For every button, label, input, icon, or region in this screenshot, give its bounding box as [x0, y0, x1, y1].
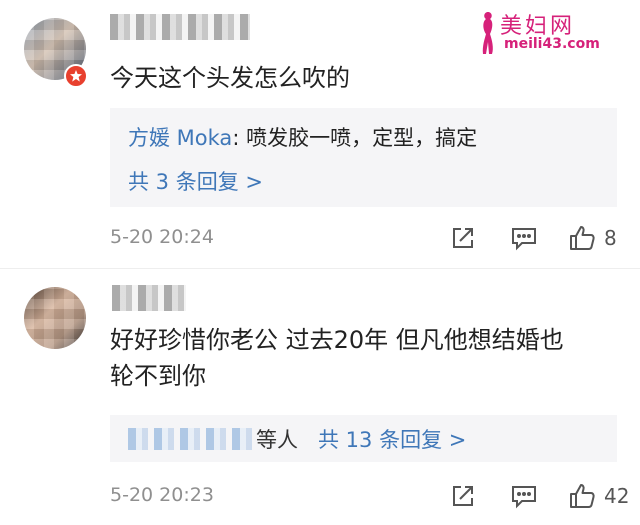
comment-text: 好好珍惜你老公 过去20年 但凡他想结婚也 轮不到你	[110, 322, 620, 394]
comment-button[interactable]	[510, 480, 538, 512]
thumbs-up-icon	[570, 484, 595, 508]
comment-text-line: 好好珍惜你老公 过去20年 但凡他想结婚也	[110, 326, 564, 354]
like-count: 42	[604, 484, 630, 508]
reply-preview-box[interactable]: 方媛 Moka: 喷发胶一喷，定型，搞定 共 3 条回复 >	[110, 108, 617, 207]
reply-others-label: 等人	[256, 428, 298, 452]
comment-timestamp: 5-20 20:23	[110, 484, 214, 506]
share-button[interactable]	[450, 222, 476, 254]
like-button[interactable]: 42	[568, 480, 629, 512]
reply-author[interactable]: 方媛 Moka	[128, 126, 232, 150]
reply-authors-blurred[interactable]	[128, 428, 252, 450]
comment-icon	[512, 486, 536, 509]
reply-preview-box[interactable]: 等人 共 13 条回复 >	[110, 415, 617, 462]
view-replies-link[interactable]: 共 3 条回复 >	[128, 166, 263, 196]
comment-icon	[512, 228, 536, 251]
reply-separator: :	[232, 126, 247, 150]
share-icon	[453, 486, 473, 506]
comment-actions: 42	[440, 480, 640, 512]
avatar[interactable]	[24, 287, 86, 349]
username-blurred[interactable]	[110, 14, 250, 40]
comment-item: 今天这个头发怎么吹的 方媛 Moka: 喷发胶一喷，定型，搞定 共 3 条回复 …	[0, 0, 640, 268]
verified-badge-icon	[64, 64, 88, 88]
view-replies-link[interactable]: 共 13 条回复 >	[318, 424, 466, 454]
reply-preview-line: 方媛 Moka: 喷发胶一喷，定型，搞定	[128, 122, 477, 152]
comment-text-line: 轮不到你	[110, 362, 206, 390]
comment-text: 今天这个头发怎么吹的	[110, 64, 350, 92]
comment-button[interactable]	[510, 222, 538, 254]
like-button[interactable]: 8	[568, 222, 617, 254]
like-count: 8	[604, 226, 617, 250]
share-icon	[453, 228, 473, 248]
reply-body: 喷发胶一喷，定型，搞定	[246, 126, 478, 150]
thumbs-up-icon	[570, 226, 595, 250]
share-button[interactable]	[450, 480, 476, 512]
username-blurred[interactable]	[112, 285, 186, 311]
comment-actions: 8	[440, 222, 640, 254]
comment-timestamp: 5-20 20:24	[110, 226, 214, 248]
